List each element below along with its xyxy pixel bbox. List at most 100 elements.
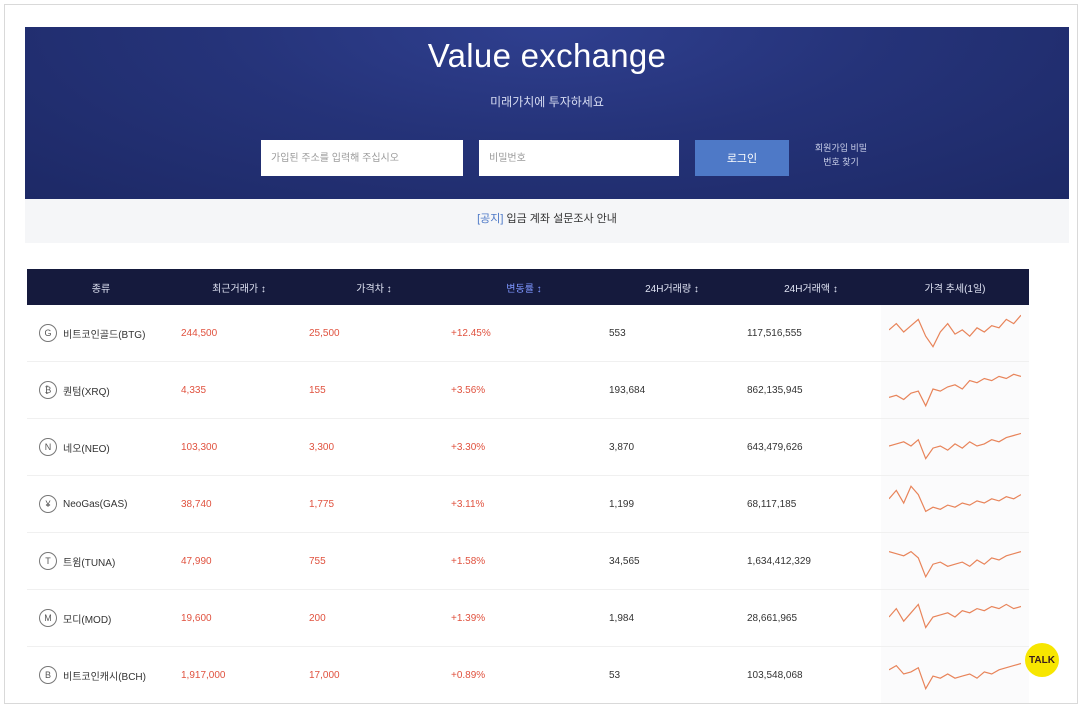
- bitcoin-gold-icon: G: [39, 324, 57, 342]
- notice-tag[interactable]: [공지]: [477, 213, 503, 225]
- coin-name: 트윔(TUNA): [63, 557, 116, 569]
- col-header-amount[interactable]: 24H거래액 ↕: [741, 280, 881, 295]
- volume-24h: 53: [609, 669, 621, 681]
- change-rate: +12.45%: [451, 327, 491, 339]
- coin-name-cell[interactable]: ¥ NeoGas(GAS): [27, 495, 175, 513]
- sparkline-graph: [889, 550, 1021, 579]
- coin-name: 비트코인골드(BTG): [63, 329, 146, 341]
- coin-name-cell[interactable]: B 비트코인캐시(BCH): [27, 666, 175, 684]
- sparkline-path: [889, 432, 1021, 460]
- volume-24h: 193,684: [609, 384, 646, 396]
- market-table: 종류 최근거래가 ↕ 가격차 ↕ 변동률 ↕ 24H거래량 ↕ 24H거래액 ↕…: [27, 269, 1029, 703]
- sparkline-graph: [889, 373, 1021, 408]
- sparkline-graph: [889, 432, 1021, 460]
- price-diff: 155: [309, 384, 326, 396]
- coin-name-cell[interactable]: ₿ 퀀텀(XRQ): [27, 381, 175, 399]
- sparkline-path: [889, 662, 1021, 691]
- hero-banner: Value exchange 미래가치에 투자하세요 로그인 회원가입 비밀번호…: [25, 27, 1069, 199]
- coin-name: 퀀텀(XRQ): [63, 386, 110, 398]
- last-price: 19,600: [181, 612, 212, 624]
- kakao-talk-button[interactable]: TALK: [1025, 643, 1059, 677]
- page-frame: Value exchange 미래가치에 투자하세요 로그인 회원가입 비밀번호…: [4, 4, 1078, 704]
- login-button[interactable]: 로그인: [695, 140, 789, 176]
- hero-subtitle: 미래가치에 투자하세요: [490, 95, 604, 109]
- table-row[interactable]: N 네오(NEO) 103,300 3,300 +3.30% 3,870 643…: [27, 419, 1029, 476]
- change-rate: +0.89%: [451, 669, 486, 681]
- price-trend-sparkline: [881, 305, 1029, 361]
- neogas-icon: ¥: [39, 495, 57, 513]
- amount-24h: 643,479,626: [747, 441, 803, 453]
- table-body: G 비트코인골드(BTG) 244,500 25,500 +12.45% 553…: [27, 305, 1029, 703]
- find-account-link[interactable]: 회원가입 비밀번호 찾기: [813, 141, 869, 169]
- coin-name-cell[interactable]: T 트윔(TUNA): [27, 552, 175, 570]
- sparkline-path: [889, 603, 1021, 629]
- col-header-kind: 종류: [91, 283, 111, 295]
- coin-name: 비트코인캐시(BCH): [63, 671, 146, 683]
- price-diff: 200: [309, 612, 326, 624]
- bitcoin-icon: ₿: [39, 381, 57, 399]
- sparkline-path: [889, 373, 1021, 408]
- col-header-price[interactable]: 최근거래가 ↕: [175, 280, 303, 295]
- sparkline-graph: [889, 485, 1021, 513]
- amount-24h: 117,516,555: [747, 327, 802, 339]
- last-price: 4,335: [181, 384, 207, 396]
- amount-24h: 1,634,412,329: [747, 555, 811, 567]
- modi-icon: M: [39, 609, 57, 627]
- price-diff: 3,300: [309, 441, 335, 453]
- price-trend-sparkline: [881, 533, 1029, 589]
- id-input[interactable]: [261, 140, 463, 176]
- change-rate: +1.58%: [451, 555, 486, 567]
- volume-24h: 1,984: [609, 612, 635, 624]
- tuna-icon: T: [39, 552, 57, 570]
- bitcoin-cash-icon: B: [39, 666, 57, 684]
- last-price: 244,500: [181, 327, 218, 339]
- volume-24h: 1,199: [609, 498, 635, 510]
- table-row[interactable]: ₿ 퀀텀(XRQ) 4,335 155 +3.56% 193,684 862,1…: [27, 362, 1029, 419]
- change-rate: +3.30%: [451, 441, 486, 453]
- table-row[interactable]: T 트윔(TUNA) 47,990 755 +1.58% 34,565 1,63…: [27, 533, 1029, 590]
- table-row[interactable]: G 비트코인골드(BTG) 244,500 25,500 +12.45% 553…: [27, 305, 1029, 362]
- sparkline-path: [889, 485, 1021, 513]
- price-diff: 17,000: [309, 669, 340, 681]
- col-header-rate[interactable]: 변동률 ↕: [445, 280, 603, 295]
- sparkline-graph: [889, 603, 1021, 629]
- last-price: 103,300: [181, 441, 218, 453]
- sparkline-graph: [889, 314, 1021, 348]
- hero-title: Value exchange: [427, 37, 667, 74]
- change-rate: +3.56%: [451, 384, 486, 396]
- table-row[interactable]: B 비트코인캐시(BCH) 1,917,000 17,000 +0.89% 53…: [27, 647, 1029, 703]
- coin-name: NeoGas(GAS): [63, 498, 128, 510]
- notice-text[interactable]: 입금 계좌 설문조사 안내: [503, 213, 617, 225]
- coin-name-cell[interactable]: N 네오(NEO): [27, 438, 175, 456]
- volume-24h: 553: [609, 327, 626, 339]
- amount-24h: 862,135,945: [747, 384, 803, 396]
- col-header-trend: 가격 추세(1일): [924, 283, 986, 295]
- password-input[interactable]: [479, 140, 679, 176]
- last-price: 38,740: [181, 498, 212, 510]
- sparkline-path: [889, 314, 1021, 348]
- last-price: 1,917,000: [181, 669, 226, 681]
- sparkline-graph: [889, 662, 1021, 691]
- volume-24h: 3,870: [609, 441, 635, 453]
- notice-bar: [공지] 입금 계좌 설문조사 안내: [25, 199, 1069, 243]
- change-rate: +3.11%: [451, 498, 485, 510]
- price-trend-sparkline: [881, 590, 1029, 646]
- price-trend-sparkline: [881, 647, 1029, 703]
- table-row[interactable]: M 모디(MOD) 19,600 200 +1.39% 1,984 28,661…: [27, 590, 1029, 647]
- price-trend-sparkline: [881, 419, 1029, 475]
- price-trend-sparkline: [881, 362, 1029, 418]
- volume-24h: 34,565: [609, 555, 640, 567]
- table-header: 종류 최근거래가 ↕ 가격차 ↕ 변동률 ↕ 24H거래량 ↕ 24H거래액 ↕…: [27, 269, 1029, 305]
- price-diff: 1,775: [309, 498, 335, 510]
- amount-24h: 103,548,068: [747, 669, 803, 681]
- table-row[interactable]: ¥ NeoGas(GAS) 38,740 1,775 +3.11% 1,199 …: [27, 476, 1029, 533]
- neo-icon: N: [39, 438, 57, 456]
- col-header-diff[interactable]: 가격차 ↕: [303, 280, 445, 295]
- coin-name-cell[interactable]: M 모디(MOD): [27, 609, 175, 627]
- coin-name-cell[interactable]: G 비트코인골드(BTG): [27, 324, 175, 342]
- price-trend-sparkline: [881, 476, 1029, 532]
- col-header-volume[interactable]: 24H거래량 ↕: [603, 280, 741, 295]
- price-diff: 755: [309, 555, 326, 567]
- sparkline-path: [889, 550, 1021, 579]
- amount-24h: 28,661,965: [747, 612, 798, 624]
